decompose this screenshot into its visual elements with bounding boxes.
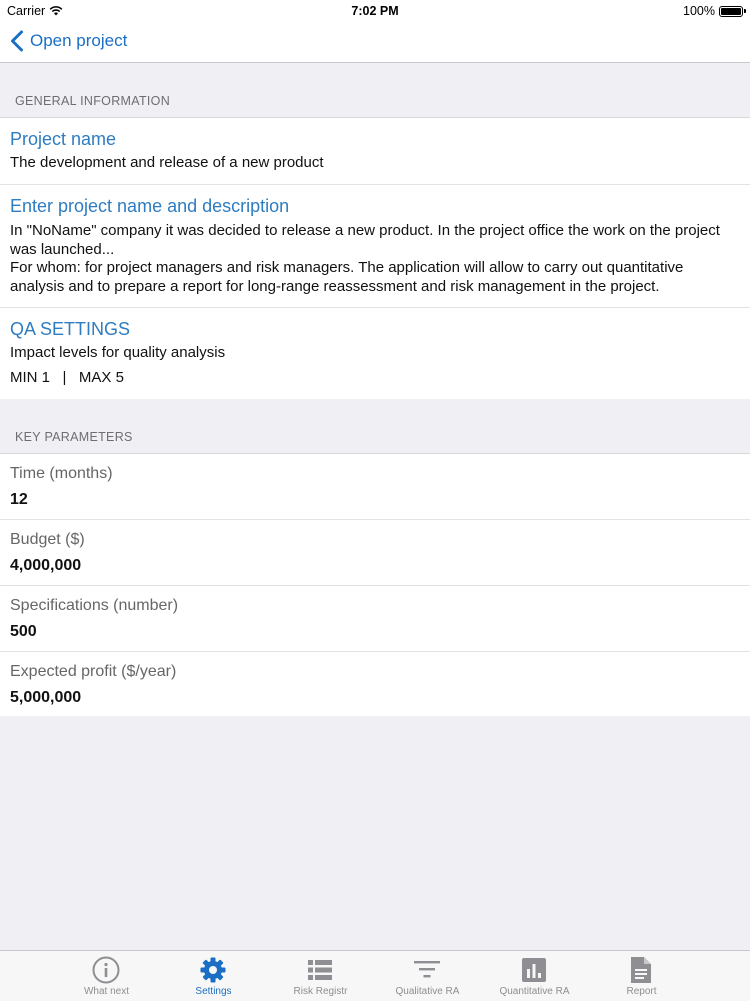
status-time: 7:02 PM xyxy=(351,4,399,18)
info-icon xyxy=(92,956,120,984)
project-name-row[interactable]: Project name The development and release… xyxy=(0,118,750,185)
back-button[interactable]: Open project xyxy=(10,30,127,52)
battery-icon xyxy=(719,5,746,17)
qa-settings-row[interactable]: QA SETTINGS Impact levels for quality an… xyxy=(0,308,750,399)
tab-quantitative-ra[interactable]: Quantitative RA xyxy=(481,951,588,1001)
description-line-1: In "NoName" company it was decided to re… xyxy=(10,222,720,258)
project-name-title: Project name xyxy=(10,129,117,149)
parameter-row-specifications[interactable]: Specifications (number) 500 xyxy=(0,586,750,652)
tab-what-next[interactable]: What next xyxy=(53,951,160,1001)
tab-label: Report xyxy=(626,986,657,997)
key-parameters-group: Time (months) 12 Budget ($) 4,000,000 Sp… xyxy=(0,454,750,716)
tab-qualitative-ra[interactable]: Qualitative RA xyxy=(374,951,481,1001)
parameter-label: Specifications (number) xyxy=(10,597,179,614)
bar-chart-icon xyxy=(522,958,546,982)
project-name-value: The development and release of a new pro… xyxy=(10,154,324,171)
general-information-header: GENERAL INFORMATION xyxy=(0,94,750,118)
general-information-group: Project name The development and release… xyxy=(0,118,750,399)
tab-label: Qualitative RA xyxy=(395,986,460,997)
tab-risk-registr[interactable]: Risk Registr xyxy=(267,951,374,1001)
filter-icon xyxy=(414,961,440,978)
general-information-header-label: GENERAL INFORMATION xyxy=(15,94,171,108)
description-row[interactable]: Enter project name and description In "N… xyxy=(0,185,750,308)
tab-bar: What next Settings Risk Registr Qualitat… xyxy=(0,950,750,1001)
parameter-row-expected-profit[interactable]: Expected profit ($/year) 5,000,000 xyxy=(0,652,750,716)
qa-settings-range: MIN 1 | MAX 5 xyxy=(10,368,124,386)
gear-icon xyxy=(200,957,226,983)
parameter-value: 12 xyxy=(10,491,28,508)
tab-label: What next xyxy=(83,986,130,997)
navigation-bar: Open project xyxy=(0,22,750,63)
document-icon xyxy=(631,957,651,983)
description-title: Enter project name and description xyxy=(10,196,290,216)
qa-settings-title: QA SETTINGS xyxy=(10,319,131,339)
chevron-left-icon xyxy=(11,30,23,52)
tab-report[interactable]: Report xyxy=(588,951,695,1001)
parameter-row-time[interactable]: Time (months) 12 xyxy=(0,454,750,520)
tab-label: Risk Registr xyxy=(293,986,348,997)
status-bar: Carrier 7:02 PM 100% xyxy=(0,0,750,22)
description-line-2: For whom: for project managers and risk … xyxy=(10,259,684,295)
tab-label: Settings xyxy=(195,986,232,997)
parameter-label: Budget ($) xyxy=(10,531,85,548)
parameter-value: 4,000,000 xyxy=(10,557,82,574)
qa-settings-subtitle: Impact levels for quality analysis xyxy=(10,344,226,361)
battery-percent: 100% xyxy=(683,4,715,18)
parameter-value: 5,000,000 xyxy=(10,689,82,706)
tab-settings[interactable]: Settings xyxy=(160,951,267,1001)
parameter-value: 500 xyxy=(10,623,37,640)
parameter-label: Time (months) xyxy=(10,465,113,482)
parameter-row-budget[interactable]: Budget ($) 4,000,000 xyxy=(0,520,750,586)
back-button-label: Open project xyxy=(30,31,128,50)
parameter-label: Expected profit ($/year) xyxy=(10,663,177,680)
key-parameters-header-label: KEY PARAMETERS xyxy=(15,430,133,444)
list-icon xyxy=(308,960,332,980)
tab-label: Quantitative RA xyxy=(499,986,570,997)
key-parameters-header: KEY PARAMETERS xyxy=(0,430,750,454)
status-right: 100% xyxy=(683,4,746,18)
